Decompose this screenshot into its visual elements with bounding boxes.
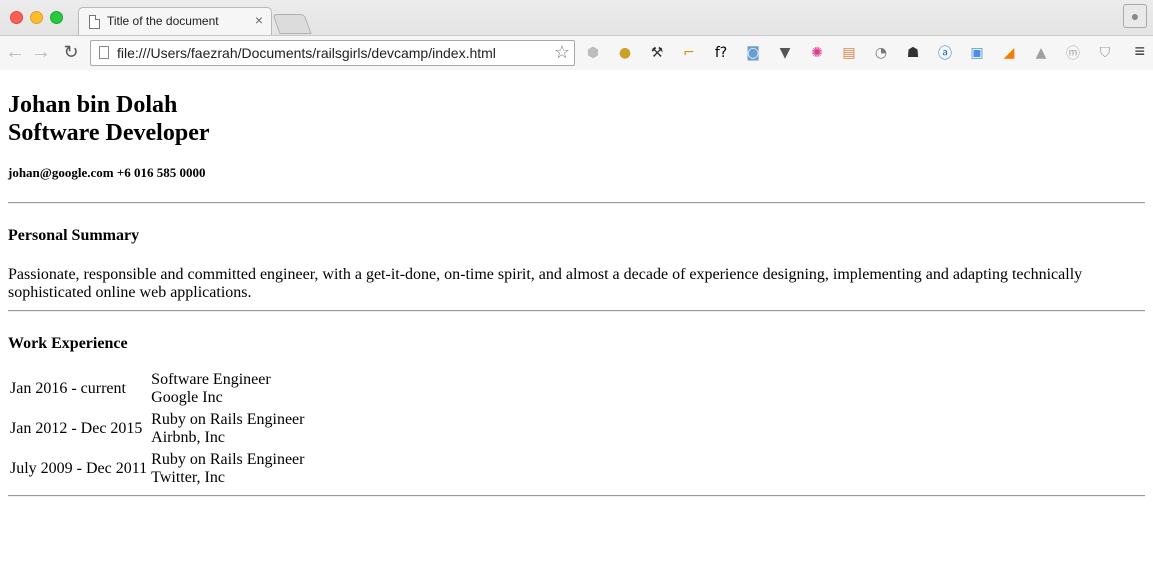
card-extension-icon[interactable]: ▣: [964, 42, 990, 64]
close-tab-icon[interactable]: ×: [255, 12, 263, 28]
work-position: Software Engineer Google Inc: [150, 370, 305, 408]
url-text[interactable]: file:///Users/faezrah/Documents/railsgir…: [117, 45, 496, 61]
chart-extension-icon[interactable]: ◢: [996, 42, 1022, 64]
work-role: Software Engineer: [151, 371, 271, 388]
forward-button[interactable]: →: [30, 41, 52, 63]
work-row: Jan 2012 - Dec 2015 Ruby on Rails Enginee…: [9, 410, 305, 448]
a-circle-extension-icon[interactable]: ⓐ: [932, 42, 958, 64]
work-company: Google Inc: [151, 389, 223, 406]
work-period: Jan 2012 - Dec 2015: [10, 420, 143, 437]
m-circle-extension-icon[interactable]: ⓜ: [1060, 42, 1086, 64]
work-company: Twitter, Inc: [151, 469, 225, 486]
pocket-extension-icon[interactable]: ▼: [772, 42, 798, 64]
camera-extension-icon[interactable]: ◙: [740, 42, 766, 64]
shield-extension-icon[interactable]: ⛉: [1092, 42, 1118, 64]
resume-heading: Johan bin Dolah Software Developer: [8, 91, 1145, 147]
work-position: Ruby on Rails Engineer Airbnb, Inc: [150, 410, 305, 448]
drive-extension-icon[interactable]: ▲: [1028, 42, 1054, 64]
resume-name: Johan bin Dolah: [8, 92, 178, 118]
divider: [8, 310, 1145, 312]
font-extension-icon[interactable]: f?: [708, 42, 734, 64]
color-wheel-extension-icon[interactable]: ✺: [804, 42, 830, 64]
resume-job-title: Software Developer: [8, 120, 210, 146]
summary-text: Passionate, responsible and committed en…: [8, 266, 1083, 301]
summary-heading: Personal Summary: [8, 227, 140, 244]
bookmark-star-icon[interactable]: ☆: [554, 42, 570, 63]
work-role: Ruby on Rails Engineer: [151, 411, 305, 428]
tab-strip: Title of the document × ●: [0, 0, 1153, 35]
back-button[interactable]: ←: [4, 41, 26, 63]
document-icon: [89, 15, 100, 29]
browser-toolbar: ← → ↻ file:///Users/faezrah/Documents/ra…: [0, 35, 1153, 70]
work-company: Airbnb, Inc: [151, 429, 225, 446]
close-window-button[interactable]: [10, 11, 23, 24]
cube-extension-icon[interactable]: ⬢: [580, 42, 606, 64]
work-period: Jan 2016 - current: [10, 380, 126, 397]
window-extension-icon[interactable]: ▤: [836, 42, 862, 64]
work-row: Jan 2016 - current Software Engineer Googl…: [9, 370, 305, 408]
browser-tab[interactable]: Title of the document ×: [78, 7, 272, 35]
reload-button[interactable]: ↻: [60, 41, 82, 63]
work-heading: Work Experience: [8, 335, 128, 352]
contact-info: johan@google.com +6 016 585 0000: [8, 165, 206, 180]
tab-title: Title of the document: [107, 14, 219, 28]
ruler-extension-icon[interactable]: ⌐: [676, 42, 702, 64]
zoom-window-button[interactable]: [50, 11, 63, 24]
work-period: July 2009 - Dec 2011: [10, 460, 148, 477]
minimize-window-button[interactable]: [30, 11, 43, 24]
work-table: Jan 2016 - current Software Engineer Googl…: [7, 368, 307, 490]
timer-extension-icon[interactable]: ◔: [868, 42, 894, 64]
profile-button[interactable]: ●: [1123, 4, 1147, 28]
new-tab-button[interactable]: [272, 14, 312, 34]
work-position: Ruby on Rails Engineer Twitter, Inc: [150, 450, 305, 488]
address-bar[interactable]: file:///Users/faezrah/Documents/railsgir…: [90, 40, 575, 66]
wand-extension-icon[interactable]: ⚒: [644, 42, 670, 64]
extensions-bar: ⬢ ● ⚒ ⌐ f? ◙ ▼ ✺ ▤ ◔ ☗ ⓐ ▣ ◢ ▲ ⓜ ⛉: [580, 42, 1118, 64]
work-row: July 2009 - Dec 2011 Ruby on Rails Engine…: [9, 450, 305, 488]
divider: [8, 202, 1145, 204]
bulb-extension-icon[interactable]: ●: [612, 42, 638, 64]
work-role: Ruby on Rails Engineer: [151, 451, 305, 468]
person-icon: ●: [1130, 8, 1140, 24]
browser-chrome: Title of the document × ● ← → ↻ file:///…: [0, 0, 1153, 70]
ghostery-extension-icon[interactable]: ☗: [900, 42, 926, 64]
page-icon: [99, 46, 109, 59]
document-page: Johan bin Dolah Software Developer johan…: [0, 70, 1153, 563]
menu-icon[interactable]: ≡: [1134, 41, 1145, 62]
divider: [8, 495, 1145, 497]
